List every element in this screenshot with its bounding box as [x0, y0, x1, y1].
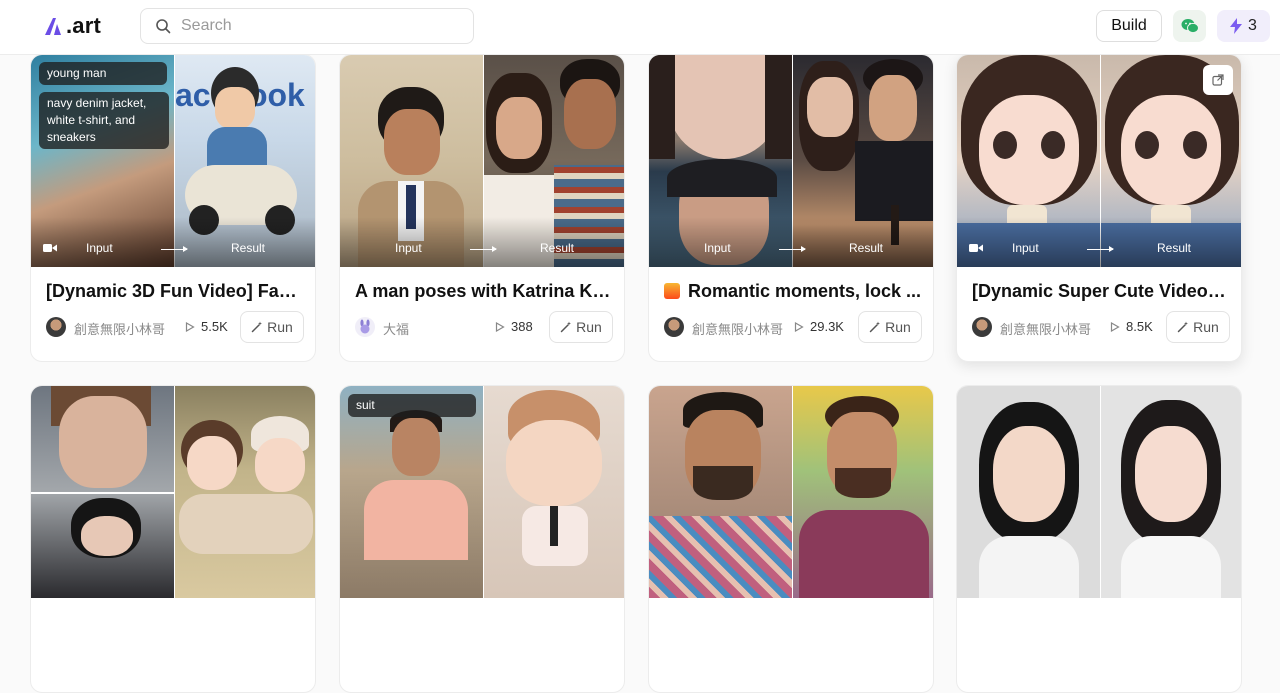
result-label: Result	[231, 241, 266, 255]
wand-icon	[560, 321, 572, 333]
wand-icon	[869, 321, 881, 333]
run-button[interactable]: Run	[858, 311, 922, 343]
avatar[interactable]	[972, 317, 992, 337]
play-count: 29.3K	[794, 319, 844, 334]
card-title[interactable]: Romantic moments, lock ...	[664, 281, 922, 302]
card-title[interactable]: [Dynamic 3D Fun Video] Facebook...	[46, 281, 304, 302]
video-icon	[43, 244, 57, 252]
card-thumbnail: Input Result	[957, 55, 1241, 267]
card-thumbnail	[957, 386, 1241, 598]
input-image	[31, 386, 174, 598]
logo-mark-icon	[45, 18, 61, 35]
prompt-tag: navy denim jacket, white t-shirt, and sn…	[39, 92, 169, 149]
result-label: Result	[849, 241, 884, 255]
card-thumbnail: acebook Input Result young man navy deni…	[31, 55, 315, 267]
card-thumbnail: suit	[340, 386, 624, 598]
prompt-tag: young man	[39, 62, 167, 85]
app-card[interactable]	[30, 385, 316, 693]
logo-text: .art	[66, 13, 102, 38]
run-button[interactable]: Run	[240, 311, 304, 343]
play-icon	[1110, 321, 1120, 332]
input-image	[649, 386, 792, 598]
card-thumbnail: Input Result	[340, 55, 624, 267]
search-icon	[156, 19, 171, 34]
card-thumbnail: Input Result	[649, 55, 933, 267]
input-label: Input	[86, 241, 113, 255]
result-image	[484, 386, 624, 598]
play-icon	[185, 321, 195, 332]
card-title[interactable]: [Dynamic Super Cute Video] ...	[972, 281, 1230, 302]
app-card[interactable]: suit	[339, 385, 625, 693]
wand-icon	[251, 321, 263, 333]
result-label: Result	[1157, 241, 1192, 255]
run-button[interactable]: Run	[549, 311, 613, 343]
input-label: Input	[704, 241, 731, 255]
input-label: Input	[395, 241, 422, 255]
wand-icon	[1177, 321, 1189, 333]
input-label: Input	[1012, 241, 1039, 255]
build-button[interactable]: Build	[1096, 10, 1162, 42]
app-card[interactable]: Input Result Romantic moments, lock ... …	[648, 54, 934, 362]
arrow-right-icon	[1087, 246, 1114, 252]
author-name[interactable]: 創意無限小林哥	[1000, 319, 1091, 338]
app-card[interactable]: Input Result [Dynamic Super Cute Video] …	[956, 54, 1242, 362]
result-image	[175, 386, 315, 598]
search-bar[interactable]	[140, 8, 474, 44]
credits-count: 3	[1248, 17, 1257, 34]
bunny-icon	[360, 319, 370, 334]
card-meta: 大福 388 Run	[355, 311, 613, 343]
app-card[interactable]	[648, 385, 934, 693]
result-image	[793, 386, 933, 598]
card-meta: 創意無限小林哥 29.3K Run	[664, 311, 922, 343]
author-name[interactable]: 創意無限小林哥	[692, 319, 783, 338]
avatar[interactable]	[355, 317, 375, 337]
input-image	[340, 386, 483, 598]
card-title[interactable]: A man poses with Katrina Kaif	[355, 281, 613, 302]
app-card[interactable]: acebook Input Result young man navy deni…	[30, 54, 316, 362]
card-meta: 創意無限小林哥 5.5K Run	[46, 311, 304, 343]
result-label: Result	[540, 241, 575, 255]
card-thumbnail	[31, 386, 315, 598]
top-bar: .art Build 3	[0, 0, 1280, 55]
run-button[interactable]: Run	[1166, 311, 1230, 343]
result-image	[1101, 386, 1241, 598]
prompt-tag: suit	[348, 394, 476, 417]
input-image	[957, 386, 1100, 598]
card-meta: 創意無限小林哥 8.5K Run	[972, 311, 1230, 343]
logo[interactable]: .art	[42, 12, 101, 40]
play-icon	[794, 321, 804, 332]
author-name[interactable]: 大福	[383, 319, 409, 338]
external-link-icon	[1212, 74, 1224, 86]
credits-button[interactable]: 3	[1217, 10, 1270, 42]
play-count: 8.5K	[1110, 319, 1153, 334]
arrow-right-icon	[161, 246, 188, 252]
avatar[interactable]	[664, 317, 684, 337]
play-count: 5.5K	[185, 319, 228, 334]
app-card[interactable]: Input Result A man poses with Katrina Ka…	[339, 54, 625, 362]
wechat-icon	[1181, 19, 1199, 34]
arrow-right-icon	[779, 246, 806, 252]
open-external-button[interactable]	[1203, 65, 1233, 95]
avatar[interactable]	[46, 317, 66, 337]
play-count: 388	[495, 319, 533, 334]
lightning-icon	[1230, 18, 1243, 34]
arrow-right-icon	[470, 246, 497, 252]
app-card[interactable]	[956, 385, 1242, 693]
sunset-emoji-icon	[664, 283, 680, 299]
play-icon	[495, 321, 505, 332]
video-icon	[969, 244, 983, 252]
wechat-button[interactable]	[1173, 10, 1206, 42]
search-input[interactable]	[179, 16, 463, 36]
author-name[interactable]: 創意無限小林哥	[74, 319, 165, 338]
card-thumbnail	[649, 386, 933, 598]
